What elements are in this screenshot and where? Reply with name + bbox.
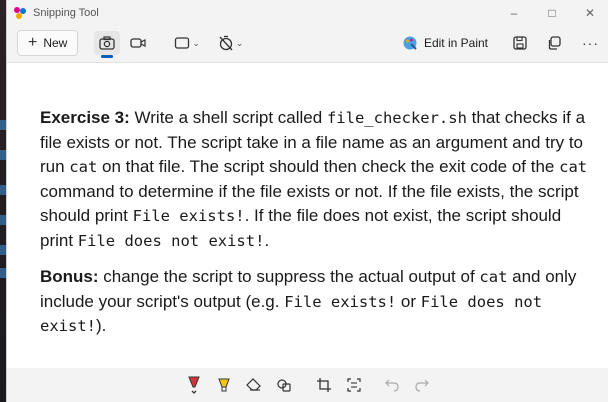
bonus-text: or	[396, 291, 421, 311]
new-button[interactable]: + New	[17, 30, 79, 56]
code-cat: cat	[69, 158, 98, 176]
delay-dropdown[interactable]: ⌄	[218, 31, 244, 55]
exercise-text: Write a shell script called	[129, 108, 327, 127]
edit-in-paint-button[interactable]: Edit in Paint	[402, 35, 488, 51]
snipping-tool-window: Snipping Tool – □ ✕ + New ⌄ ⌄ Edit in Pa…	[6, 0, 608, 402]
save-icon	[513, 36, 527, 50]
code-file-exists: File exists!	[284, 292, 397, 311]
copy-button[interactable]	[542, 31, 566, 55]
minimize-button[interactable]: –	[495, 0, 533, 26]
copy-icon	[548, 36, 561, 50]
snipping-tool-app-icon	[14, 7, 26, 19]
close-icon: ✕	[584, 6, 596, 20]
code-file-exists: File exists!	[132, 207, 245, 225]
bonus-heading: Bonus:	[40, 267, 99, 286]
video-camera-icon	[130, 38, 146, 48]
new-button-label: New	[43, 36, 68, 50]
crop-icon	[317, 378, 331, 392]
minimize-icon: –	[510, 6, 518, 20]
maximize-icon: □	[548, 6, 556, 20]
exercise-text: on that file. The script should then che…	[97, 157, 560, 176]
text-actions-icon	[347, 378, 361, 392]
snip-mode-record-button[interactable]	[126, 31, 150, 55]
redo-button[interactable]	[407, 373, 437, 397]
undo-button[interactable]	[377, 373, 407, 397]
maximize-button[interactable]: □	[533, 0, 571, 26]
exercise-heading: Exercise 3:	[40, 108, 130, 127]
snip-content: Exercise 3: Write a shell script called …	[40, 106, 592, 351]
chevron-down-icon: ⌄	[192, 37, 200, 48]
undo-icon	[385, 379, 399, 392]
highlighter-button[interactable]	[209, 373, 239, 397]
no-delay-timer-icon	[219, 35, 233, 51]
app-title: Snipping Tool	[33, 7, 99, 19]
edit-in-paint-label: Edit in Paint	[423, 36, 488, 50]
bonus-paragraph: Bonus: change the script to suppress the…	[40, 265, 592, 339]
camera-icon	[99, 36, 116, 50]
code-cat: cat	[479, 268, 508, 286]
code-file-does-not-exist: File does not exist!	[77, 231, 265, 250]
eraser-button[interactable]	[239, 373, 269, 397]
exercise-paragraph: Exercise 3: Write a shell script called …	[40, 106, 592, 253]
redo-icon	[415, 379, 429, 392]
text-actions-button[interactable]	[339, 373, 369, 397]
snip-shape-dropdown[interactable]: ⌄	[174, 31, 200, 55]
bonus-text: ).	[96, 316, 107, 335]
shapes-icon	[277, 379, 291, 392]
chevron-down-icon: ⌄	[235, 37, 244, 48]
save-button[interactable]	[508, 31, 532, 55]
pen-icon	[188, 376, 200, 394]
toolbar: + New ⌄ ⌄ Edit in Paint ···	[7, 26, 608, 60]
code-cat: cat	[559, 158, 588, 176]
eraser-icon	[246, 378, 261, 391]
exercise-text: .	[264, 230, 270, 250]
close-button[interactable]: ✕	[571, 0, 608, 26]
snip-canvas: Exercise 3: Write a shell script called …	[7, 62, 608, 369]
markup-toolbar	[7, 368, 608, 402]
highlighter-icon	[218, 378, 230, 392]
ballpoint-pen-button[interactable]	[179, 373, 209, 397]
crop-button[interactable]	[309, 373, 339, 397]
snip-mode-screenshot-button[interactable]	[94, 31, 121, 58]
bonus-text: change the script to suppress the actual…	[98, 267, 480, 286]
more-options-button[interactable]: ···	[582, 35, 599, 51]
code-filename: file_checker.sh	[326, 109, 467, 127]
rectangle-snip-icon	[175, 37, 190, 49]
title-bar: Snipping Tool – □ ✕	[7, 0, 608, 26]
shapes-button[interactable]	[269, 373, 299, 397]
paint-icon	[403, 36, 417, 50]
plus-icon: +	[28, 34, 38, 51]
